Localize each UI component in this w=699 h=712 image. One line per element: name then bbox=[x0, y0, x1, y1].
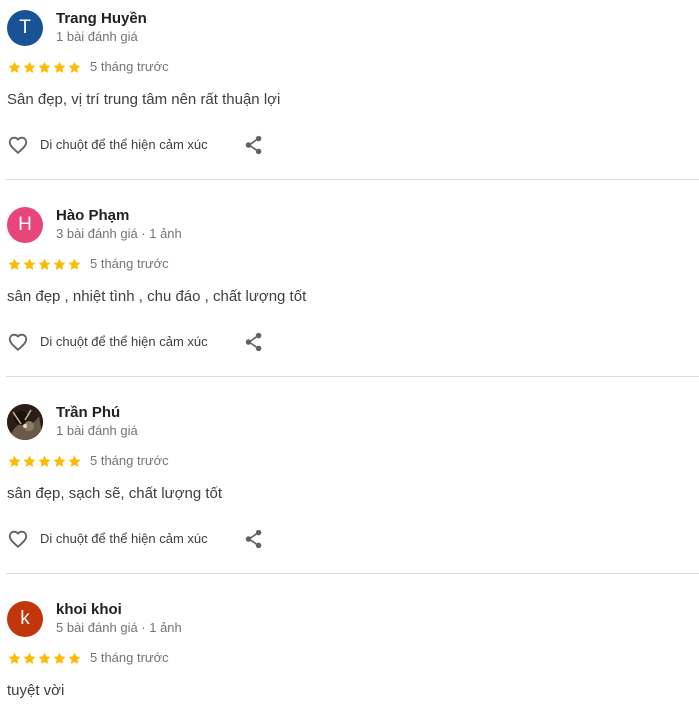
review-date: 5 tháng trước bbox=[90, 453, 169, 468]
react-hint-label[interactable]: Di chuột để thể hiện cảm xúc bbox=[40, 530, 208, 548]
star-icon bbox=[53, 455, 66, 467]
avatar[interactable]: T bbox=[7, 10, 43, 46]
author-review-count: 1 bài đánh giá bbox=[56, 423, 138, 438]
rating-row: 5 tháng trước bbox=[7, 58, 169, 76]
review-actions: Di chuột để thể hiện cảm xúc bbox=[7, 132, 287, 158]
star-icon bbox=[68, 61, 81, 73]
divider bbox=[6, 179, 699, 180]
star-icon bbox=[23, 258, 36, 270]
star-icon bbox=[8, 455, 21, 467]
star-icon bbox=[23, 652, 36, 664]
star-rating bbox=[7, 60, 82, 75]
star-icon bbox=[53, 61, 66, 73]
share-icon[interactable] bbox=[243, 331, 265, 353]
avatar[interactable] bbox=[7, 404, 43, 440]
star-icon bbox=[38, 61, 51, 73]
heart-outline-icon[interactable] bbox=[7, 331, 29, 353]
star-rating bbox=[7, 651, 82, 666]
star-icon bbox=[38, 652, 51, 664]
share-icon[interactable] bbox=[243, 528, 265, 550]
avatar[interactable]: H bbox=[7, 207, 43, 243]
star-icon bbox=[53, 652, 66, 664]
divider bbox=[6, 376, 699, 377]
review-card: k khoi khoi 5 bài đánh giá · 1 ảnh 5 thá… bbox=[0, 591, 699, 712]
review-date: 5 tháng trước bbox=[90, 59, 169, 74]
star-icon bbox=[8, 61, 21, 73]
avatar[interactable]: k bbox=[7, 601, 43, 637]
star-icon bbox=[68, 652, 81, 664]
react-hint-label[interactable]: Di chuột để thể hiện cảm xúc bbox=[40, 136, 208, 154]
author-review-count: 3 bài đánh giá · 1 ảnh bbox=[56, 226, 182, 241]
star-icon bbox=[23, 61, 36, 73]
star-icon bbox=[8, 652, 21, 664]
author-name[interactable]: khoi khoi bbox=[56, 601, 122, 619]
review-text: sân đẹp , nhiệt tình , chu đáo , chất lư… bbox=[7, 288, 307, 305]
react-hint-label[interactable]: Di chuột để thể hiện cảm xúc bbox=[40, 333, 208, 351]
star-icon bbox=[53, 258, 66, 270]
author-name[interactable]: Trần Phú bbox=[56, 404, 120, 422]
review-card: T Trang Huyền 1 bài đánh giá 5 tháng trư… bbox=[0, 0, 699, 197]
review-text: tuyệt vời bbox=[7, 682, 65, 699]
divider bbox=[6, 573, 699, 574]
star-rating bbox=[7, 454, 82, 469]
review-text: Sân đẹp, vị trí trung tâm nên rất thuận … bbox=[7, 91, 281, 108]
review-card: H Hào Phạm 3 bài đánh giá · 1 ảnh 5 thán… bbox=[0, 197, 699, 394]
user-photo bbox=[7, 404, 43, 440]
heart-outline-icon[interactable] bbox=[7, 134, 29, 156]
review-date: 5 tháng trước bbox=[90, 650, 169, 665]
author-review-count: 1 bài đánh giá bbox=[56, 29, 138, 44]
rating-row: 5 tháng trước bbox=[7, 649, 169, 667]
heart-outline-icon[interactable] bbox=[7, 528, 29, 550]
review-actions: Di chuột để thể hiện cảm xúc bbox=[7, 526, 287, 552]
star-icon bbox=[68, 258, 81, 270]
review-actions: Di chuột để thể hiện cảm xúc bbox=[7, 329, 287, 355]
author-review-count: 5 bài đánh giá · 1 ảnh bbox=[56, 620, 182, 635]
star-icon bbox=[8, 258, 21, 270]
review-text: sân đẹp, sạch sẽ, chất lượng tốt bbox=[7, 485, 223, 502]
review-card: Trần Phú 1 bài đánh giá 5 tháng trước sâ… bbox=[0, 394, 699, 591]
review-list: T Trang Huyền 1 bài đánh giá 5 tháng trư… bbox=[0, 0, 699, 712]
review-date: 5 tháng trước bbox=[90, 256, 169, 271]
author-name[interactable]: Hào Phạm bbox=[56, 207, 129, 225]
star-icon bbox=[23, 455, 36, 467]
rating-row: 5 tháng trước bbox=[7, 255, 169, 273]
star-icon bbox=[38, 258, 51, 270]
star-rating bbox=[7, 257, 82, 272]
star-icon bbox=[38, 455, 51, 467]
share-icon[interactable] bbox=[243, 134, 265, 156]
star-icon bbox=[68, 455, 81, 467]
rating-row: 5 tháng trước bbox=[7, 452, 169, 470]
author-name[interactable]: Trang Huyền bbox=[56, 10, 147, 28]
